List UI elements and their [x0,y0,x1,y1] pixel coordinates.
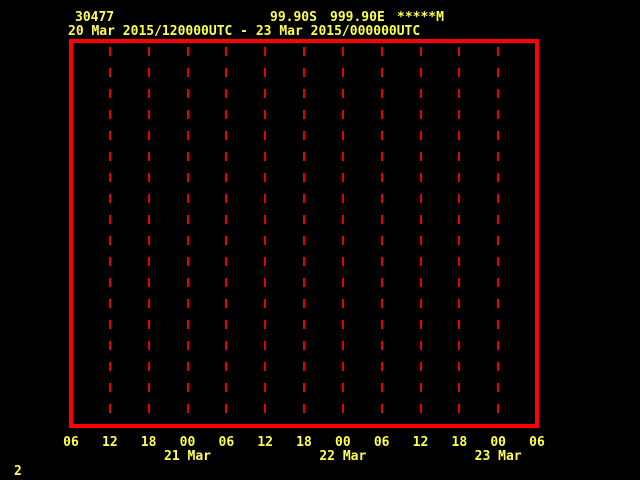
station-latitude: 99.90S [270,10,317,25]
x-date-label: 21 Mar [164,449,211,464]
vertical-gridline [419,47,422,423]
x-tick-label: 06 [373,435,390,450]
vertical-gridline [147,47,150,423]
meteogram-screen: 30477 99.90S 999.90E *****M 20 Mar 2015/… [0,0,640,480]
x-tick-label: 12 [102,435,118,450]
x-tick-label: 00 [179,435,196,450]
x-date-label: 22 Mar [319,449,367,464]
vertical-gridline [303,47,305,423]
vertical-gridline [108,47,111,423]
x-tick-label: 12 [257,435,273,450]
x-tick-label: 00 [335,435,351,450]
station-id: 30477 [75,10,115,25]
vertical-gridline [186,47,189,423]
x-tick-label: 12 [412,435,429,450]
vertical-gridline [264,47,267,423]
vertical-gridline [458,47,461,423]
station-elevation: *****M [397,10,444,25]
x-tick-label: 18 [296,435,312,450]
x-tick-label: 06 [218,435,235,450]
x-tick-label: 06 [63,435,79,450]
x-tick-label: 06 [529,435,545,450]
x-tick-label: 00 [490,435,506,450]
x-tick-label: 18 [451,435,468,450]
page-number: 2 [14,464,22,479]
vertical-gridline [380,47,383,423]
station-longitude: 999.90E [330,10,385,25]
time-range: 20 Mar 2015/120000UTC - 23 Mar 2015/0000… [68,24,421,39]
x-tick-label: 18 [140,435,157,450]
vertical-gridline [341,47,344,423]
x-date-label: 23 Mar [474,449,522,464]
vertical-gridline [225,47,228,423]
vertical-gridline [497,47,500,423]
